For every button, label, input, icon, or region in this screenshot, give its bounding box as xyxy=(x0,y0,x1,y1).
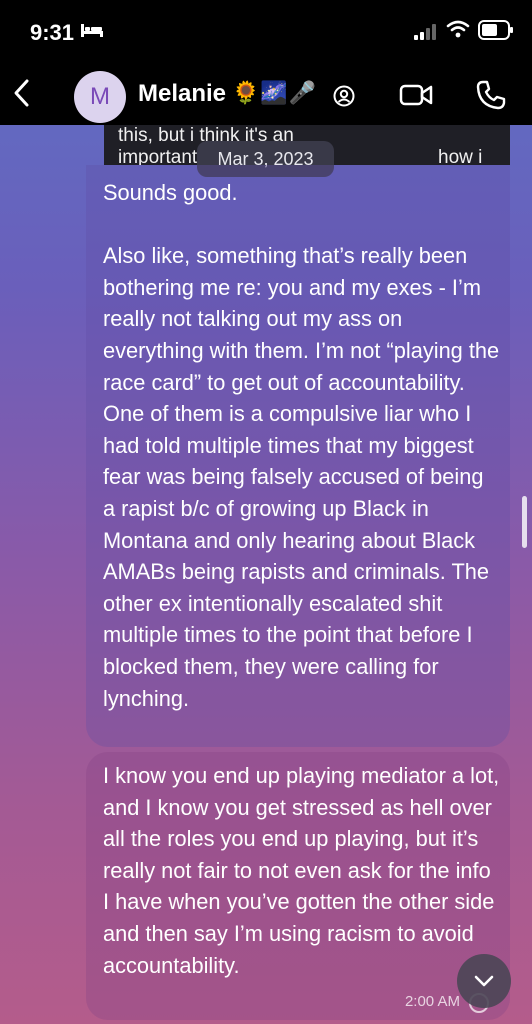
video-call-icon[interactable] xyxy=(399,82,433,108)
message-bubble[interactable]: I know you end up playing mediator a lot… xyxy=(86,752,510,1020)
avatar[interactable]: M xyxy=(74,71,126,123)
message-text: I know you end up playing mediator a lot… xyxy=(103,763,506,978)
quoted-line-2-end: how i xyxy=(438,147,483,165)
message-timestamp: 2:00 AM xyxy=(404,993,460,1010)
status-time: 9:31 xyxy=(30,20,75,45)
chat-header: M Melanie 🌻🌌🎤 xyxy=(0,62,532,125)
bed-icon xyxy=(81,24,103,37)
tag-icon xyxy=(333,85,355,107)
back-icon[interactable] xyxy=(8,76,36,110)
chevron-down-icon xyxy=(474,975,494,987)
contact-name-emoji: 🌻🌌🎤 xyxy=(232,80,318,105)
scrollbar[interactable] xyxy=(522,496,527,548)
signal-icon xyxy=(414,24,436,40)
contact-name[interactable]: Melanie xyxy=(138,80,226,108)
wifi-icon xyxy=(446,20,470,38)
scroll-to-bottom-button[interactable] xyxy=(457,954,511,1008)
message-bubble[interactable]: Sounds good. Also like, something that’s… xyxy=(86,165,510,747)
message-text: Sounds good. Also like, something that’s… xyxy=(103,180,500,711)
quoted-line-2-start: important xyxy=(118,147,198,165)
battery-icon xyxy=(478,20,513,40)
status-bar: 9:31 xyxy=(0,0,532,62)
phone-call-icon[interactable] xyxy=(475,79,507,111)
